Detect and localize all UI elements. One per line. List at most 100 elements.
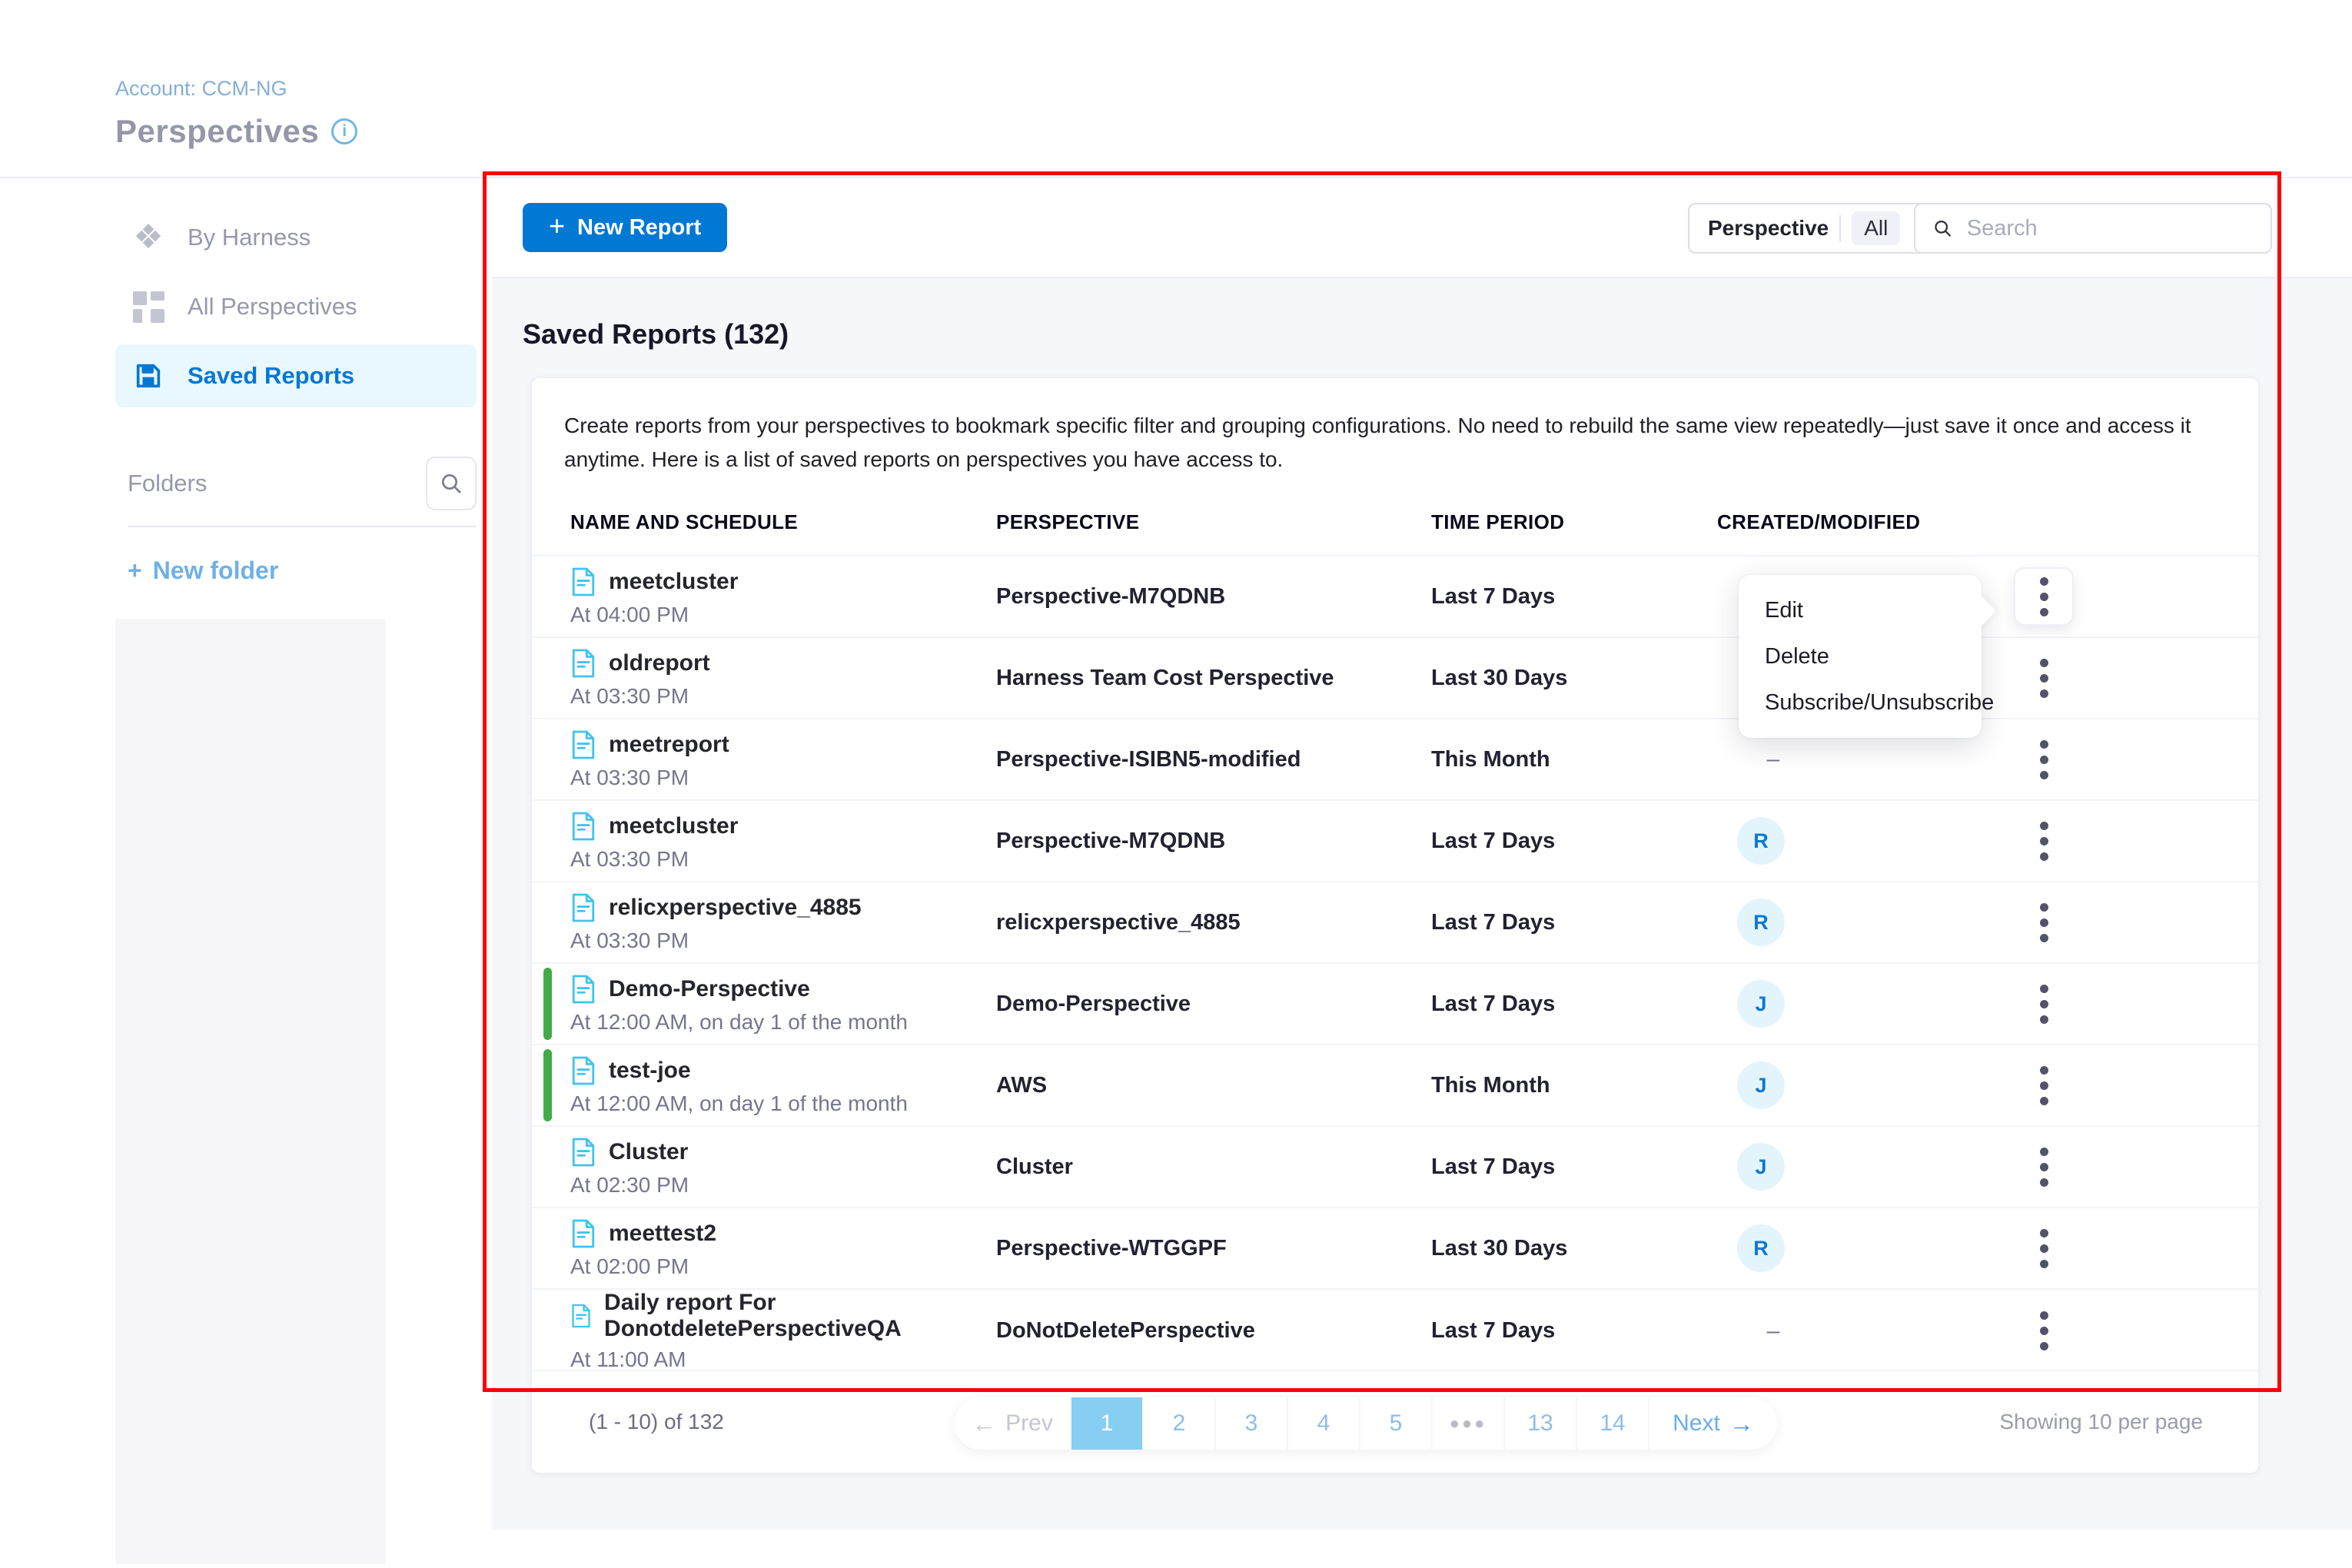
active-schedule-indicator bbox=[543, 1049, 552, 1121]
column-header-name: NAME AND SCHEDULE bbox=[570, 510, 996, 534]
context-menu-item-edit[interactable]: Edit bbox=[1739, 587, 1982, 633]
kebab-icon bbox=[2040, 577, 2048, 616]
pagination-page-4[interactable]: 4 bbox=[1287, 1397, 1359, 1450]
per-page-label: Showing 10 per page bbox=[1999, 1410, 2203, 1434]
row-menu-button[interactable] bbox=[2014, 975, 2074, 1033]
report-name-cell: test-joe At 12:00 AM, on day 1 of the mo… bbox=[570, 1055, 996, 1116]
page-header: Account: CCM-NG Perspectives i bbox=[115, 77, 357, 150]
search-box bbox=[1914, 203, 2272, 254]
created-modified-cell: R bbox=[1717, 1224, 1994, 1272]
new-folder-button[interactable]: + New folder bbox=[128, 556, 477, 585]
table-row[interactable]: oldreport At 03:30 PM Harness Team Cost … bbox=[532, 638, 2258, 719]
sidebar-item-saved-reports[interactable]: Saved Reports bbox=[115, 344, 477, 407]
sidebar-item-all-perspectives[interactable]: All Perspectives bbox=[115, 275, 477, 338]
pagination-page-2[interactable]: 2 bbox=[1142, 1397, 1214, 1450]
kebab-icon bbox=[2040, 903, 2048, 942]
pagination-ellipsis[interactable]: ●●● bbox=[1431, 1397, 1503, 1450]
table-row[interactable]: Demo-Perspective At 12:00 AM, on day 1 o… bbox=[532, 964, 2258, 1045]
document-icon bbox=[570, 566, 596, 597]
table-row[interactable]: meetcluster At 03:30 PM Perspective-M7QD… bbox=[532, 801, 2258, 882]
search-input[interactable] bbox=[1967, 216, 2254, 241]
report-name-cell: oldreport At 03:30 PM bbox=[570, 648, 996, 709]
folders-search-button[interactable] bbox=[426, 457, 477, 510]
report-name-cell: meetreport At 03:30 PM bbox=[570, 729, 996, 790]
grid-icon bbox=[131, 291, 166, 323]
save-icon bbox=[131, 360, 166, 391]
report-name[interactable]: relicxperspective_4885 bbox=[609, 895, 862, 921]
pagination-page-3[interactable]: 3 bbox=[1214, 1397, 1287, 1450]
time-period-cell: Last 7 Days bbox=[1431, 910, 1717, 935]
saved-reports-card: Create reports from your perspectives to… bbox=[530, 377, 2260, 1474]
report-name-cell: Demo-Perspective At 12:00 AM, on day 1 o… bbox=[570, 974, 996, 1035]
filter-divider bbox=[1839, 215, 1841, 241]
breadcrumb-account[interactable]: Account: CCM-NG bbox=[115, 77, 357, 101]
new-report-label: New Report bbox=[577, 215, 701, 241]
created-modified-cell: J bbox=[1717, 1143, 1994, 1191]
time-period-cell: This Month bbox=[1431, 1073, 1717, 1098]
table-row[interactable]: Daily report For DonotdeletePerspectiveQ… bbox=[532, 1290, 2258, 1371]
sidebar-item-by-harness[interactable]: ❖ By Harness bbox=[115, 206, 477, 269]
table-row[interactable]: meettest2 At 02:00 PM Perspective-WTGGPF… bbox=[532, 1208, 2258, 1290]
report-name[interactable]: oldreport bbox=[609, 650, 710, 676]
report-name[interactable]: Demo-Perspective bbox=[609, 976, 810, 1002]
kebab-icon bbox=[2040, 659, 2048, 698]
row-menu-button[interactable] bbox=[2014, 1138, 2074, 1196]
sidebar-item-label: Saved Reports bbox=[188, 362, 354, 390]
context-menu-item-delete[interactable]: Delete bbox=[1739, 633, 1982, 679]
row-menu-button[interactable] bbox=[2014, 1302, 2074, 1360]
table-row[interactable]: test-joe At 12:00 AM, on day 1 of the mo… bbox=[532, 1045, 2258, 1127]
owner-avatar: J bbox=[1737, 980, 1785, 1028]
report-name[interactable]: meetreport bbox=[609, 732, 729, 758]
report-name-cell: meetcluster At 03:30 PM bbox=[570, 811, 996, 872]
report-name-cell: meetcluster At 04:00 PM bbox=[570, 566, 996, 627]
created-modified-cell: – bbox=[1717, 736, 1994, 783]
column-header-time-period: TIME PERIOD bbox=[1431, 510, 1717, 534]
pagination-page-13[interactable]: 13 bbox=[1503, 1397, 1576, 1450]
table-row[interactable]: meetreport At 03:30 PM Perspective-ISIBN… bbox=[532, 719, 2258, 801]
owner-avatar: R bbox=[1737, 1224, 1785, 1272]
report-name[interactable]: Cluster bbox=[609, 1139, 688, 1165]
main-toolbar: + New Report Perspective All bbox=[492, 178, 2352, 278]
perspective-cell: Demo-Perspective bbox=[996, 992, 1431, 1017]
kebab-icon bbox=[2040, 1311, 2048, 1350]
table-header-row: NAME AND SCHEDULE PERSPECTIVE TIME PERIO… bbox=[532, 489, 2258, 556]
kebab-icon bbox=[2040, 740, 2048, 779]
perspective-cell: Perspective-M7QDNB bbox=[996, 829, 1431, 854]
perspective-filter-dropdown[interactable]: Perspective All bbox=[1688, 203, 1948, 254]
document-icon bbox=[570, 892, 596, 923]
folders-divider bbox=[128, 526, 477, 527]
report-name[interactable]: test-joe bbox=[609, 1058, 691, 1084]
table-row[interactable]: Cluster At 02:30 PM Cluster Last 7 Days … bbox=[532, 1127, 2258, 1208]
row-menu-button[interactable] bbox=[2014, 649, 2074, 707]
document-icon bbox=[570, 1137, 596, 1168]
pagination-page-5[interactable]: 5 bbox=[1359, 1397, 1431, 1450]
folders-label: Folders bbox=[128, 470, 207, 497]
time-period-cell: Last 7 Days bbox=[1431, 992, 1717, 1017]
perspective-cell: Cluster bbox=[996, 1154, 1431, 1180]
perspective-cell: relicxperspective_4885 bbox=[996, 910, 1431, 935]
pagination-page-14[interactable]: 14 bbox=[1576, 1397, 1648, 1450]
perspective-cell: Perspective-WTGGPF bbox=[996, 1236, 1431, 1261]
new-report-button[interactable]: + New Report bbox=[523, 203, 727, 252]
row-menu-button[interactable] bbox=[2014, 730, 2074, 789]
kebab-icon bbox=[2040, 822, 2048, 861]
table-row[interactable]: relicxperspective_4885 At 03:30 PM relic… bbox=[532, 882, 2258, 964]
context-menu-item-subscribe-unsubscribe[interactable]: Subscribe/Unsubscribe bbox=[1739, 679, 1982, 726]
report-name[interactable]: meetcluster bbox=[609, 813, 738, 839]
table-row[interactable]: meetcluster At 04:00 PM Perspective-M7QD… bbox=[532, 556, 2258, 638]
info-icon[interactable]: i bbox=[331, 118, 357, 145]
row-menu-button[interactable] bbox=[2014, 1056, 2074, 1115]
report-name[interactable]: meettest2 bbox=[609, 1221, 716, 1247]
row-menu-button[interactable] bbox=[2014, 893, 2074, 952]
pagination-prev-button[interactable]: ←Prev bbox=[955, 1397, 1070, 1450]
row-menu-button[interactable] bbox=[2014, 567, 2074, 626]
pagination-next-button[interactable]: Next→ bbox=[1648, 1397, 1777, 1450]
row-menu-button[interactable] bbox=[2014, 1219, 2074, 1277]
kebab-icon bbox=[2040, 1066, 2048, 1105]
report-name[interactable]: Daily report For DonotdeletePerspectiveQ… bbox=[604, 1290, 996, 1342]
report-name[interactable]: meetcluster bbox=[609, 569, 738, 595]
folders-list-placeholder bbox=[115, 619, 386, 1564]
pagination-page-1[interactable]: 1 bbox=[1070, 1397, 1142, 1450]
owner-avatar: R bbox=[1737, 899, 1785, 946]
row-menu-button[interactable] bbox=[2014, 812, 2074, 870]
